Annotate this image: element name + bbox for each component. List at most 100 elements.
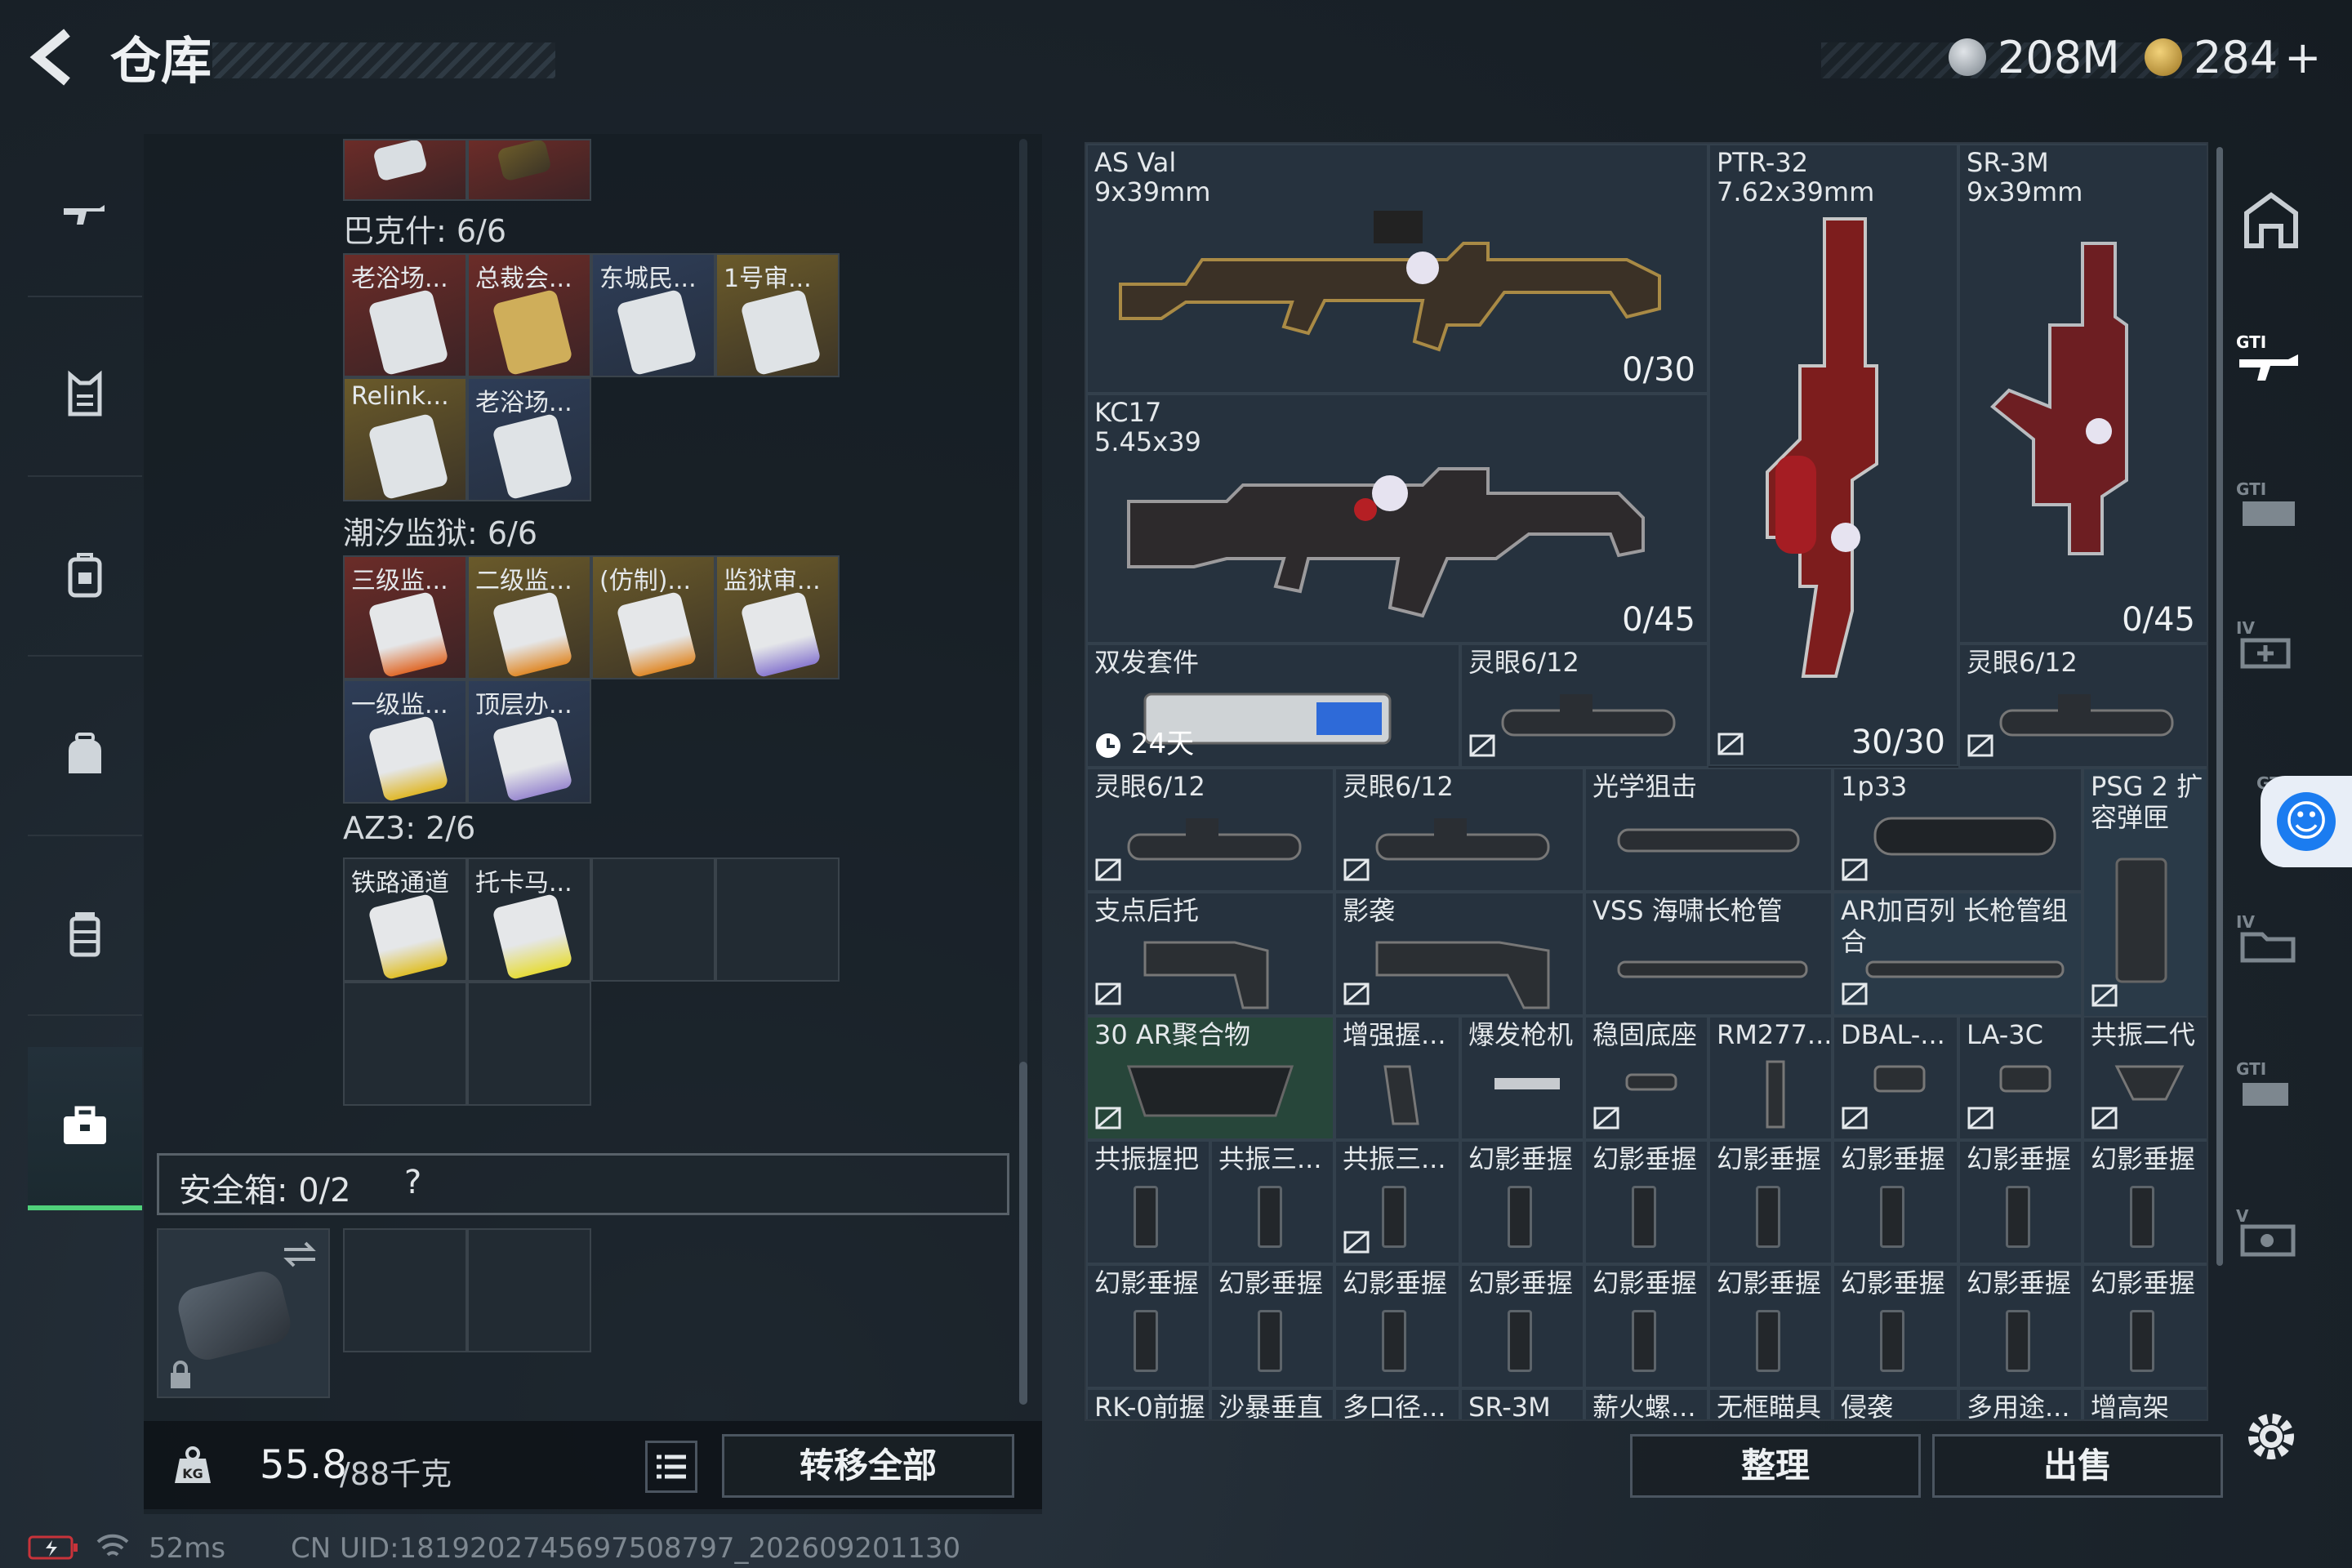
key-cell[interactable]: 铁路通道 <box>343 858 467 982</box>
safe-box-slot-empty[interactable] <box>467 1228 591 1352</box>
key-cell-empty[interactable] <box>715 858 840 982</box>
weapon-as-val[interactable]: AS Val 9x39mm 0/30 <box>1086 144 1708 394</box>
attachment-grip[interactable]: 幻影垂握 <box>1833 1140 1958 1264</box>
key-cell[interactable]: 二级监... <box>467 555 591 679</box>
safe-box-slot[interactable] <box>157 1228 330 1398</box>
attachment-grip[interactable]: 幻影垂握 <box>2082 1264 2207 1388</box>
tab-stash-2[interactable]: GTI <box>2234 469 2308 542</box>
attachment-stock[interactable]: 影袭 <box>1334 892 1584 1016</box>
attachment-scope[interactable]: 灵眼6/12 <box>1334 768 1584 892</box>
tab-stash-1[interactable]: GTI <box>2234 322 2308 395</box>
list-view-button[interactable] <box>645 1441 697 1493</box>
back-button[interactable] <box>24 24 98 98</box>
attachment-grip[interactable]: 幻影垂握 <box>1584 1140 1708 1264</box>
key-cell-empty[interactable] <box>467 982 591 1106</box>
attachment-grip[interactable]: 幻影垂握 <box>1958 1264 2082 1388</box>
weapon-kc17[interactable]: KC17 5.45x39 0/45 <box>1086 394 1708 644</box>
settings-button[interactable] <box>2234 1400 2308 1473</box>
attachment-grip[interactable]: 幻影垂握 <box>1584 1264 1708 1388</box>
key-scroll-thumb[interactable] <box>1019 1062 1027 1405</box>
attachment-grip[interactable]: 幻影垂握 <box>2082 1140 2207 1264</box>
attachment-grip[interactable]: 幻影垂握 <box>1460 1264 1584 1388</box>
attachment-scope[interactable]: 灵眼6/12 <box>1958 644 2207 768</box>
attachment-grip[interactable]: 幻影垂握 <box>1708 1140 1833 1264</box>
sort-button[interactable]: 整理 <box>1630 1434 1921 1498</box>
nav-backpack[interactable] <box>28 493 142 657</box>
attachment-laser[interactable]: LA-3C <box>1958 1016 2082 1140</box>
key-cell-partial[interactable] <box>467 139 591 201</box>
key-cell[interactable]: 老浴场... <box>467 377 591 501</box>
swap-icon[interactable] <box>281 1238 318 1271</box>
attachment-barrel[interactable]: AR加百列 长枪管组合 <box>1833 892 2082 1016</box>
attachment-barrel[interactable]: VSS 海啸长枪管 <box>1584 892 1833 1016</box>
attachment-grip[interactable]: 共振握把 <box>1086 1140 1210 1264</box>
attachment-laser[interactable]: DBAL-... <box>1833 1016 1958 1140</box>
attachment-grip[interactable]: 幻影垂握 <box>1210 1264 1334 1388</box>
accessibility-button[interactable]: ☺ <box>2261 776 2352 867</box>
attachment-grip[interactable]: 侵袭 <box>1833 1388 1958 1419</box>
key-cell[interactable]: 三级监... <box>343 555 467 679</box>
attachment-grip[interactable]: 沙暴垂直 <box>1210 1388 1334 1419</box>
key-cell[interactable]: 总裁会... <box>467 253 591 377</box>
tab-home[interactable] <box>2234 183 2308 256</box>
key-cell[interactable]: 一级监... <box>343 679 467 804</box>
key-cell[interactable]: 顶层办... <box>467 679 591 804</box>
attachment-scope[interactable]: 1p33 <box>1833 768 2082 892</box>
attachment-scope[interactable]: 灵眼6/12 <box>1460 644 1708 768</box>
attachment-scope[interactable]: 灵眼6/12 <box>1086 768 1334 892</box>
nav-consumables[interactable] <box>28 853 142 1016</box>
attachment-grip[interactable]: 幻影垂握 <box>1833 1264 1958 1388</box>
attachment-grip[interactable]: 共振二代 <box>2082 1016 2207 1140</box>
key-cell[interactable]: 老浴场... <box>343 253 467 377</box>
tab-stash-6[interactable]: GTI <box>2234 1049 2308 1122</box>
attachment-grip[interactable]: 无框瞄具 <box>1708 1388 1833 1419</box>
nav-armor[interactable] <box>28 314 142 477</box>
safe-box-slot-empty[interactable] <box>343 1228 467 1352</box>
attachment-grip[interactable]: 共振三... <box>1210 1140 1334 1264</box>
attachment-magazine[interactable]: 30 AR聚合物 <box>1086 1016 1334 1140</box>
attachment-grip[interactable]: 增高架 <box>2082 1388 2207 1419</box>
attachment-mount[interactable]: 稳固底座 <box>1584 1016 1708 1140</box>
currency-gold[interactable]: 284 + <box>2145 29 2321 87</box>
attachment-grip[interactable]: 薪火螺... <box>1584 1388 1708 1419</box>
attachment-grip[interactable]: 幻影垂握 <box>1460 1140 1584 1264</box>
weapon-sr-3m[interactable]: SR-3M 9x39mm 0/45 <box>1958 144 2207 644</box>
attachment-magazine[interactable]: PSG 2 扩容弹匣 <box>2082 768 2207 1018</box>
attachment-grip[interactable]: SR-3M <box>1460 1388 1584 1419</box>
attachment-grip[interactable]: 幻影垂握 <box>1334 1264 1460 1388</box>
key-cell-empty[interactable] <box>591 858 715 982</box>
attachment-scope[interactable]: 光学狙击 <box>1584 768 1833 892</box>
attachment-grip[interactable]: 多口径... <box>1334 1388 1460 1419</box>
attachment-dual-kit[interactable]: 双发套件 24天 <box>1086 644 1460 768</box>
attachment-grip[interactable]: 共振三... <box>1334 1140 1460 1264</box>
key-cell[interactable]: 监狱审... <box>715 555 840 679</box>
key-cell[interactable]: 1号审... <box>715 253 840 377</box>
tab-stash-7[interactable]: V <box>2234 1196 2308 1269</box>
key-cell[interactable]: 托卡马... <box>467 858 591 982</box>
attachment-bolt[interactable]: 爆发枪机 <box>1460 1016 1584 1140</box>
attachment-grip[interactable]: 幻影垂握 <box>1086 1264 1210 1388</box>
nav-weapons[interactable] <box>28 134 142 297</box>
attachment-stock[interactable]: 支点后托 <box>1086 892 1334 1016</box>
attachment-grip[interactable]: 幻影垂握 <box>1708 1264 1833 1388</box>
tab-stash-3[interactable]: IV <box>2234 608 2308 681</box>
nav-keys[interactable] <box>28 1047 142 1210</box>
transfer-all-button[interactable]: 转移全部 <box>722 1434 1014 1498</box>
help-icon[interactable]: ? <box>404 1164 421 1201</box>
key-cell[interactable]: (仿制)... <box>591 555 715 679</box>
add-currency-icon[interactable]: + <box>2284 32 2321 83</box>
nav-bag[interactable] <box>28 673 142 836</box>
attachment-grip[interactable]: RK-0前握 <box>1086 1388 1210 1419</box>
key-cell-partial[interactable] <box>343 139 467 201</box>
attachment-part[interactable]: RM277... <box>1708 1016 1833 1140</box>
attachment-grip[interactable]: 幻影垂握 <box>1958 1140 2082 1264</box>
tab-stash-5[interactable]: IV <box>2234 902 2308 975</box>
key-cell-empty[interactable] <box>343 982 467 1106</box>
key-cell[interactable]: Relink... <box>343 377 467 501</box>
attachment-grip[interactable]: 增强握... <box>1334 1016 1460 1140</box>
attachment-grip[interactable]: 多用途... <box>1958 1388 2082 1419</box>
weapon-ptr-32[interactable]: PTR-32 7.62x39mm 30/30 <box>1708 144 1958 766</box>
key-cell[interactable]: 东城民... <box>591 253 715 377</box>
sell-button[interactable]: 出售 <box>1932 1434 2223 1498</box>
key-card-icon <box>368 288 449 376</box>
